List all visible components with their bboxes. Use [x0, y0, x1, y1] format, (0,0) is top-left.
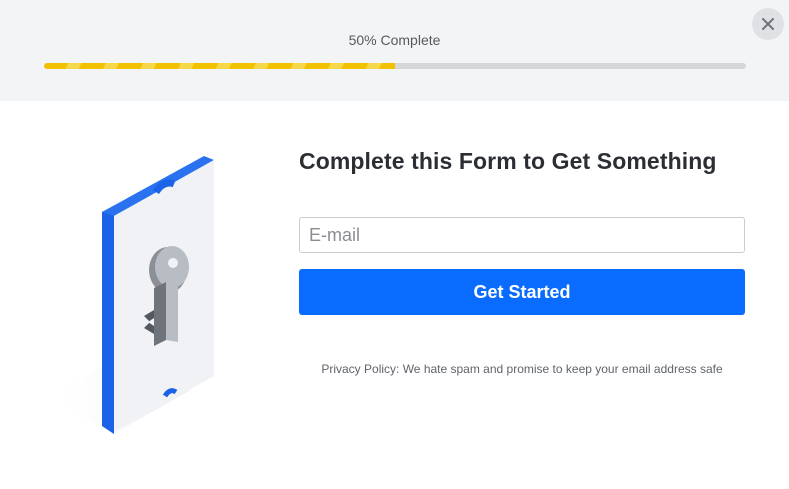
get-started-button[interactable]: Get Started [299, 269, 745, 315]
progress-bar [44, 63, 746, 69]
email-field[interactable] [299, 217, 745, 253]
form-headline: Complete this Form to Get Something [299, 148, 717, 174]
progress-header: 50% Complete [0, 0, 789, 101]
progress-bar-fill [44, 63, 395, 69]
card-side [102, 206, 114, 434]
privacy-policy-text: Privacy Policy: We hate spam and promise… [321, 362, 723, 376]
progress-label: 50% Complete [348, 32, 441, 48]
key-card-illustration [48, 156, 214, 434]
close-button[interactable] [752, 8, 784, 40]
close-icon [762, 18, 774, 30]
